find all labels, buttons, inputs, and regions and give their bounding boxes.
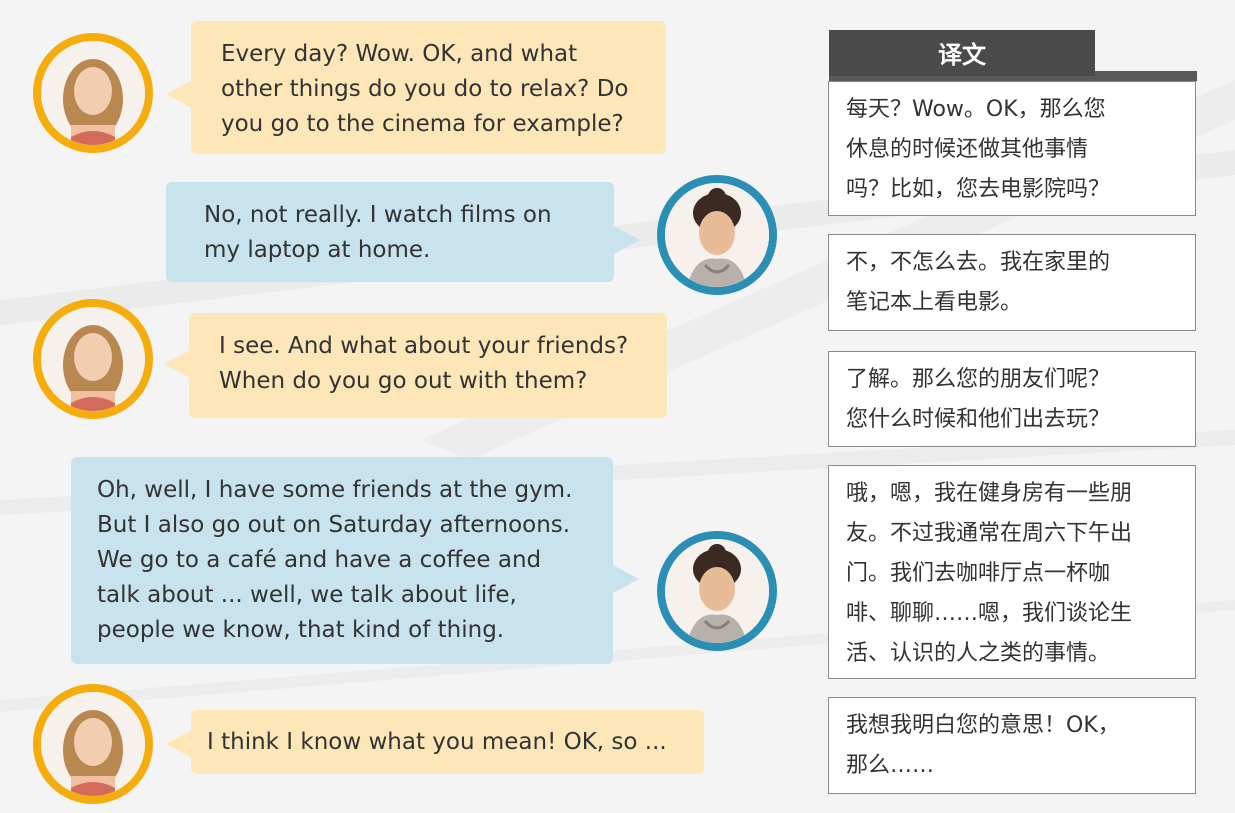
bubble-line: No, not really. I watch films on (204, 202, 552, 228)
avatar-speaker-a (33, 684, 153, 804)
translation-line: 活、认识的人之类的事情。 (846, 641, 1111, 666)
translation-line: 吗？比如，您去电影院吗？ (846, 177, 1111, 202)
bubble-tail (166, 80, 192, 108)
dialogue-bubble-5: I think I know what you mean! OK, so ... (191, 710, 704, 774)
dialogue-bubble-2: No, not really. I watch films on my lapt… (166, 182, 614, 282)
avatar-speaker-a (33, 33, 153, 153)
translation-line: 我想我明白您的意思！OK， (846, 713, 1120, 738)
translation-line: 门。我们去咖啡厅点一杯咖 (846, 561, 1111, 586)
bubble-line: other things do you do to relax? Do (221, 76, 629, 102)
bubble-tail (166, 730, 192, 758)
bubble-line: When do you go out with them? (219, 368, 588, 394)
translation-line: 笔记本上看电影。 (846, 290, 1023, 315)
translation-line: 啡、聊聊……嗯，我们谈论生 (846, 601, 1133, 626)
bubble-line: talk about ... well, we talk about life, (97, 582, 517, 608)
avatar-speaker-a (33, 299, 153, 419)
bubble-line: people we know, that kind of thing. (97, 617, 505, 643)
translation-line: 友。不过我通常在周六下午出 (846, 521, 1133, 546)
translation-header: 译文 (829, 30, 1095, 76)
bubble-line: I think I know what you mean! OK, so ... (207, 729, 667, 755)
bubble-line: my laptop at home. (204, 237, 431, 263)
translation-box-5: 我想我明白您的意思！OK， 那么…… (828, 697, 1196, 794)
translation-line: 您什么时候和他们出去玩？ (846, 407, 1111, 432)
translation-box-1: 每天？Wow。OK，那么您 休息的时候还做其他事情 吗？比如，您去电影院吗？ (828, 81, 1196, 216)
avatar-speaker-b (657, 531, 777, 651)
bubble-line: I see. And what about your friends? (219, 333, 629, 359)
bubble-tail (164, 350, 190, 378)
translation-line: 哦，嗯，我在健身房有一些朋 (846, 481, 1133, 506)
bubble-tail (613, 565, 639, 593)
translation-box-2: 不，不怎么去。我在家里的 笔记本上看电影。 (828, 234, 1196, 331)
dialogue-bubble-1: Every day? Wow. OK, and what other thing… (191, 21, 666, 154)
translation-line: 了解。那么您的朋友们呢？ (846, 367, 1111, 392)
dialogue-bubble-3: I see. And what about your friends? When… (189, 313, 667, 418)
bubble-line: But I also go out on Saturday afternoons… (97, 512, 571, 538)
translation-line: 每天？Wow。OK，那么您 (846, 97, 1106, 122)
dialogue-bubble-4: Oh, well, I have some friends at the gym… (71, 457, 613, 664)
bubble-line: you go to the cinema for example? (221, 111, 624, 137)
translation-line: 那么…… (846, 753, 935, 778)
bubble-line: We go to a café and have a coffee and (97, 547, 542, 573)
translation-line: 休息的时候还做其他事情 (846, 137, 1089, 162)
bubble-line: Every day? Wow. OK, and what (221, 41, 578, 67)
bubble-tail (614, 226, 640, 254)
bubble-line: Oh, well, I have some friends at the gym… (97, 477, 573, 503)
translation-box-4: 哦，嗯，我在健身房有一些朋 友。不过我通常在周六下午出 门。我们去咖啡厅点一杯咖… (828, 465, 1196, 679)
translation-line: 不，不怎么去。我在家里的 (846, 250, 1111, 275)
translation-box-3: 了解。那么您的朋友们呢？ 您什么时候和他们出去玩？ (828, 351, 1196, 447)
avatar-speaker-b (657, 175, 777, 295)
